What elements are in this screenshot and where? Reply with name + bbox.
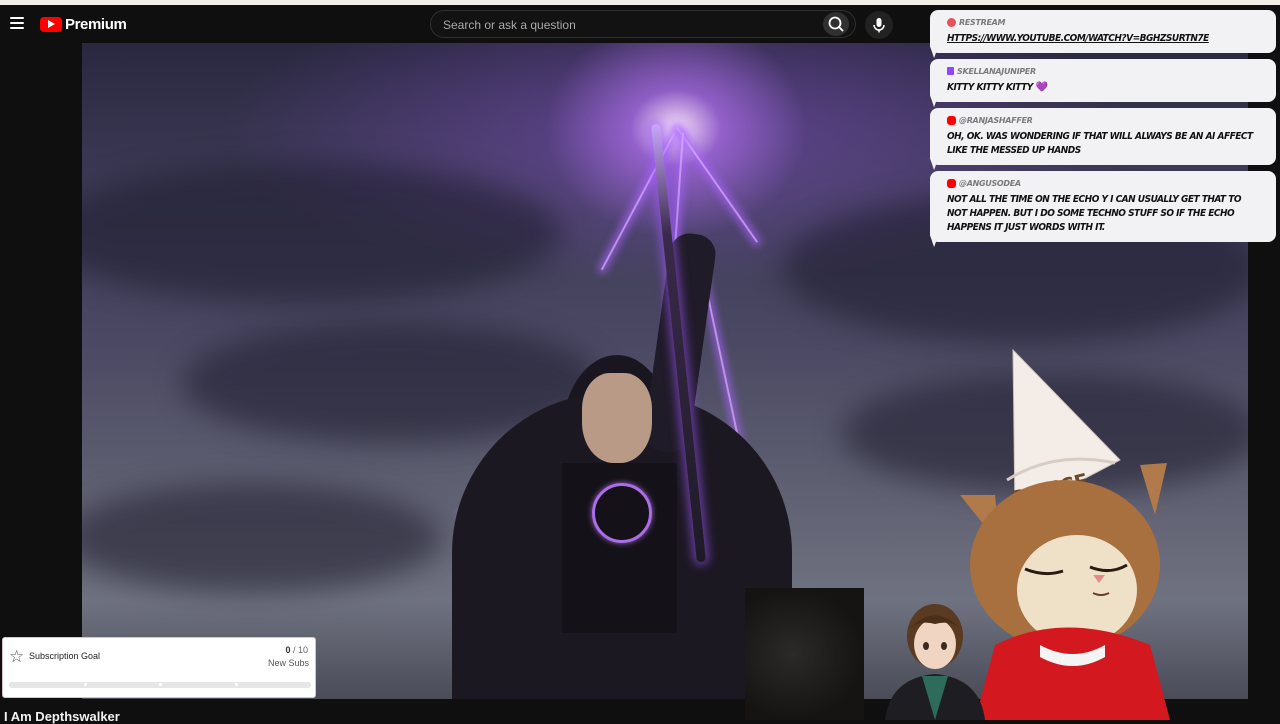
search-button[interactable] [823, 12, 849, 36]
chat-header: RESTREAM [947, 16, 1262, 28]
hamburger-menu-icon[interactable] [10, 17, 24, 29]
chat-text: KITTY KITTY KITTY [947, 82, 1033, 93]
twitch-icon [947, 67, 954, 75]
cat-ear-right [1140, 463, 1167, 515]
chat-text-wrap: KITTY KITTY KITTY 💜 [947, 81, 1262, 95]
storm-cloud [82, 483, 442, 593]
anime-boy-avatar [885, 604, 985, 720]
youtube-icon [947, 115, 956, 125]
goal-count: 0 / 10 [285, 645, 308, 655]
voice-search-button[interactable] [865, 11, 893, 39]
webcam-feed [745, 588, 864, 720]
search-input[interactable] [441, 15, 815, 35]
chat-text: OH, OK. WAS WONDERING IF THAT WILL ALWAY… [947, 131, 1253, 156]
chat-header: @ANGUSODEA [947, 177, 1262, 189]
goal-marker [235, 683, 238, 686]
goal-total: / 10 [292, 645, 308, 655]
search-icon [828, 16, 844, 32]
chat-text: NOT ALL THE TIME ON THE ECHO Y I CAN USU… [947, 194, 1241, 233]
goal-title: Subscription Goal [29, 651, 101, 661]
goal-marker [159, 683, 162, 686]
goal-current: 0 [285, 645, 291, 655]
search-box [430, 10, 856, 38]
chat-header: SKELLANAJUNIPER [947, 65, 1262, 77]
goal-progress-bar [9, 682, 311, 688]
red-hoodie [975, 627, 1170, 720]
logo-text: Premium [65, 15, 127, 33]
chat-text[interactable]: HTTPS://WWW.YOUTUBE.COM/WATCH?V=BGHZSURT… [947, 32, 1262, 46]
subscription-goal-widget: ☆ Subscription Goal 0 / 10 New Subs [2, 637, 316, 698]
avatar-eye-left [923, 642, 929, 650]
glowing-rune [592, 483, 652, 543]
star-icon: ☆ [9, 647, 25, 666]
chat-username: RESTREAM [959, 17, 1006, 27]
chat-message: RESTREAM HTTPS://WWW.YOUTUBE.COM/WATCH?V… [930, 10, 1276, 53]
character-head [582, 373, 652, 463]
chat-username: @ANGUSODEA [959, 178, 1021, 188]
chat-username: SKELLANAJUNIPER [957, 66, 1036, 76]
chat-header: @RANJASHAFFER [947, 114, 1262, 126]
youtube-play-icon [40, 16, 62, 32]
goal-subtitle: New Subs [267, 658, 309, 668]
avatar-eye-right [941, 642, 947, 650]
purple-heart-icon: 💜 [1035, 82, 1048, 93]
chat-username: @RANJASHAFFER [959, 115, 1033, 125]
youtube-icon [947, 178, 956, 188]
chat-message: @ANGUSODEA NOT ALL THE TIME ON THE ECHO … [930, 171, 1276, 242]
video-title[interactable]: I Am Depthswalker [4, 709, 120, 724]
lightning-bolt [676, 126, 758, 243]
restream-icon [947, 17, 956, 27]
storm-cloud [82, 163, 562, 303]
chat-overlay: RESTREAM HTTPS://WWW.YOUTUBE.COM/WATCH?V… [930, 10, 1276, 248]
avatar-face [914, 619, 956, 669]
chat-message: SKELLANAJUNIPER KITTY KITTY KITTY 💜 [930, 59, 1276, 102]
microphone-icon [873, 18, 885, 33]
youtube-premium-logo[interactable]: Premium [40, 14, 127, 34]
chat-message: @RANJASHAFFER OH, OK. WAS WONDERING IF T… [930, 108, 1276, 165]
goal-marker [84, 683, 87, 686]
